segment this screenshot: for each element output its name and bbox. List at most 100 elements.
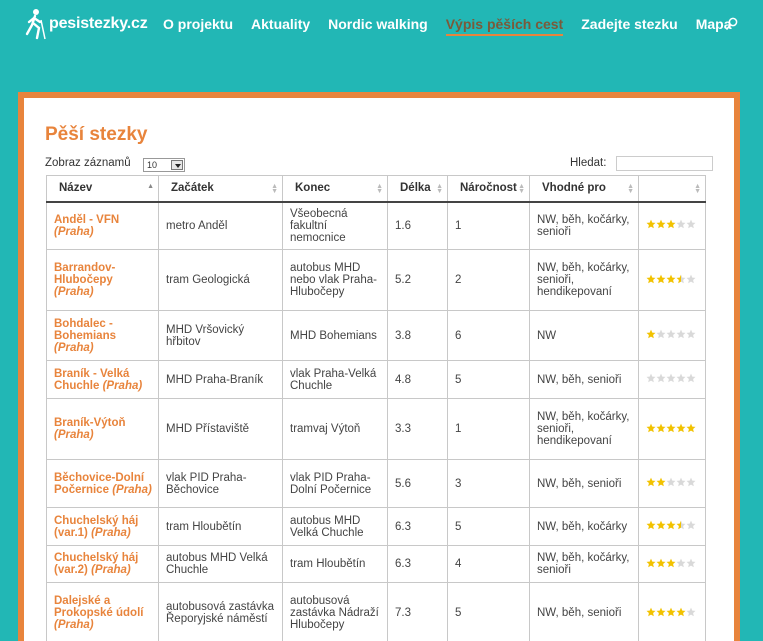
trail-end-cell: MHD Bohemians <box>282 310 388 361</box>
star-empty-icon <box>666 477 676 487</box>
top-navigation-bar: pesistezky.cz O projektu Aktuality Nordi… <box>0 0 763 52</box>
trail-name-cell: Braník-Výtoň (Praha) <box>46 398 159 460</box>
column-header-narocnost[interactable]: Náročnost ▲ ▼ <box>447 175 530 203</box>
trail-start-cell: MHD Přístaviště <box>158 398 283 460</box>
trail-name-cell: Běchovice-Dolní Počernice (Praha) <box>46 459 159 508</box>
trail-city: (Praha) <box>54 341 94 354</box>
trail-suitable-cell: NW, běh, kočárky, senioři, hendikepovaní <box>529 398 639 460</box>
trail-name-cell: Anděl - VFN (Praha) <box>46 201 159 250</box>
table-row[interactable]: Barrandov-Hlubočepy (Praha) tram Geologic… <box>46 249 706 311</box>
table-row[interactable]: Braník-Výtoň (Praha) MHD Přístaviště tramv… <box>46 398 706 460</box>
star-filled-icon <box>656 274 666 284</box>
star-filled-icon <box>666 423 676 433</box>
trail-name-cell: Chuchelský háj (var.1) (Praha) <box>46 507 159 546</box>
trail-rating-cell <box>638 545 706 583</box>
trail-rating-cell <box>638 582 706 641</box>
trail-difficulty-cell: 2 <box>447 249 530 311</box>
trail-city: (Praha) <box>54 225 94 238</box>
sort-icon: ▲ ▼ <box>436 183 443 195</box>
column-header-konec[interactable]: Konec ▲ ▼ <box>282 175 388 203</box>
star-filled-icon <box>666 274 676 284</box>
trail-rating-cell <box>638 310 706 361</box>
column-header-nazev[interactable]: Název ▲ <box>46 175 159 203</box>
table-row[interactable]: Anděl - VFN (Praha) metro Anděl Všeobecná … <box>46 201 706 250</box>
trail-difficulty-cell: 5 <box>447 507 530 546</box>
sort-icon: ▲ ▼ <box>271 183 278 195</box>
trail-name-link[interactable]: Bohdalec - Bohemians <box>54 318 116 342</box>
trail-length-cell: 6.3 <box>387 507 448 546</box>
star-filled-icon <box>676 423 686 433</box>
trail-rating-cell <box>638 249 706 311</box>
trail-end-cell: vlak PID Praha-Dolní Počernice <box>282 459 388 508</box>
walker-logo-icon <box>25 9 46 40</box>
table-row[interactable]: Běchovice-Dolní Počernice (Praha) vlak PI… <box>46 459 706 508</box>
table-header-row: Název ▲ Začátek ▲ ▼ Konec ▲ ▼ Délka ▲ ▼ Náročno… <box>46 175 706 203</box>
records-per-page-value: 10 <box>147 160 158 170</box>
star-filled-icon <box>646 274 656 284</box>
trail-name-cell: Barrandov-Hlubočepy (Praha) <box>46 249 159 311</box>
trail-start-cell: MHD Praha-Braník <box>158 360 283 399</box>
trail-end-cell: autobus MHD Velká Chuchle <box>282 507 388 546</box>
table-row[interactable]: Braník - Velká Chuchle (Praha) MHD Praha-… <box>46 360 706 399</box>
table-row[interactable]: Dalejské a Prokopské údolí (Praha) autobu… <box>46 582 706 641</box>
sort-icon: ▲ ▼ <box>376 183 383 195</box>
trail-suitable-cell: NW, běh, senioři <box>529 360 639 399</box>
table-row[interactable]: Bohdalec - Bohemians (Praha) MHD Vršovick… <box>46 310 706 361</box>
trail-city: (Praha) <box>112 483 152 496</box>
trail-name-link[interactable]: Anděl - VFN <box>54 214 119 226</box>
trail-difficulty-cell: 5 <box>447 360 530 399</box>
sort-icon: ▲ ▼ <box>627 183 634 195</box>
search-icon[interactable] <box>726 17 738 31</box>
trail-length-cell: 5.2 <box>387 249 448 311</box>
trail-city: (Praha) <box>91 526 131 539</box>
search-label: Hledat: <box>570 157 607 169</box>
star-filled-icon <box>646 477 656 487</box>
trail-end-cell: autobusová zastávka Nádraží Hlubočepy <box>282 582 388 641</box>
trail-length-cell: 4.8 <box>387 360 448 399</box>
table-row[interactable]: Chuchelský háj (var.1) (Praha) tram Hloub… <box>46 507 706 546</box>
star-empty-icon <box>676 558 686 568</box>
page-title: Pěší stezky <box>45 124 148 145</box>
table-row[interactable]: Chuchelský háj (var.2) (Praha) autobus MH… <box>46 545 706 583</box>
trail-start-cell: vlak PID Praha-Běchovice <box>158 459 283 508</box>
trail-suitable-cell: NW, běh, kočárky, senioři, hendikepovaní <box>529 249 639 311</box>
nav-o-projektu[interactable]: O projektu <box>163 15 233 36</box>
search-input[interactable] <box>616 156 713 171</box>
star-empty-icon <box>666 373 676 383</box>
site-logo[interactable]: pesistezky.cz <box>22 8 148 40</box>
column-header-vhodne-pro[interactable]: Vhodné pro ▲ ▼ <box>529 175 639 203</box>
star-half-icon <box>676 274 686 284</box>
star-filled-icon <box>646 558 656 568</box>
nav-zadejte-stezku[interactable]: Zadejte stezku <box>581 15 677 36</box>
nav-nordic-walking[interactable]: Nordic walking <box>328 15 428 36</box>
star-filled-icon <box>646 423 656 433</box>
trail-rating-cell <box>638 398 706 460</box>
star-filled-icon <box>656 219 666 229</box>
trail-name-link[interactable]: Braník-Výtoň <box>54 417 126 429</box>
star-empty-icon <box>656 373 666 383</box>
star-filled-icon <box>656 607 666 617</box>
trail-suitable-cell: NW, běh, senioři <box>529 582 639 641</box>
trail-city: (Praha) <box>54 619 94 631</box>
trail-rating-cell <box>638 201 706 250</box>
column-header-zacatek[interactable]: Začátek ▲ ▼ <box>158 175 283 203</box>
star-filled-icon <box>646 607 656 617</box>
trail-end-cell: autobus MHD nebo vlak Praha-Hlubočepy <box>282 249 388 311</box>
star-empty-icon <box>686 373 696 383</box>
nav-aktuality[interactable]: Aktuality <box>251 15 310 36</box>
trail-end-cell: tramvaj Výtoň <box>282 398 388 460</box>
table-body: Anděl - VFN (Praha) metro Anděl Všeobecná … <box>46 201 706 641</box>
star-empty-icon <box>676 329 686 339</box>
star-empty-icon <box>686 520 696 530</box>
sort-asc-icon: ▲ <box>147 183 154 190</box>
nav-vypis-pesich-cest[interactable]: Výpis pěších cest <box>445 15 564 36</box>
column-header-delka[interactable]: Délka ▲ ▼ <box>387 175 448 203</box>
trail-name-link[interactable]: Barrandov-Hlubočepy <box>54 262 115 286</box>
star-filled-icon <box>686 423 696 433</box>
trail-name-cell: Bohdalec - Bohemians (Praha) <box>46 310 159 361</box>
column-header-rating[interactable]: ▲ ▼ <box>638 175 706 203</box>
sort-icon: ▲ ▼ <box>694 183 701 195</box>
trail-name-link[interactable]: Dalejské a Prokopské údolí <box>54 595 143 619</box>
records-per-page-select[interactable]: 10 <box>143 158 185 172</box>
star-empty-icon <box>686 329 696 339</box>
